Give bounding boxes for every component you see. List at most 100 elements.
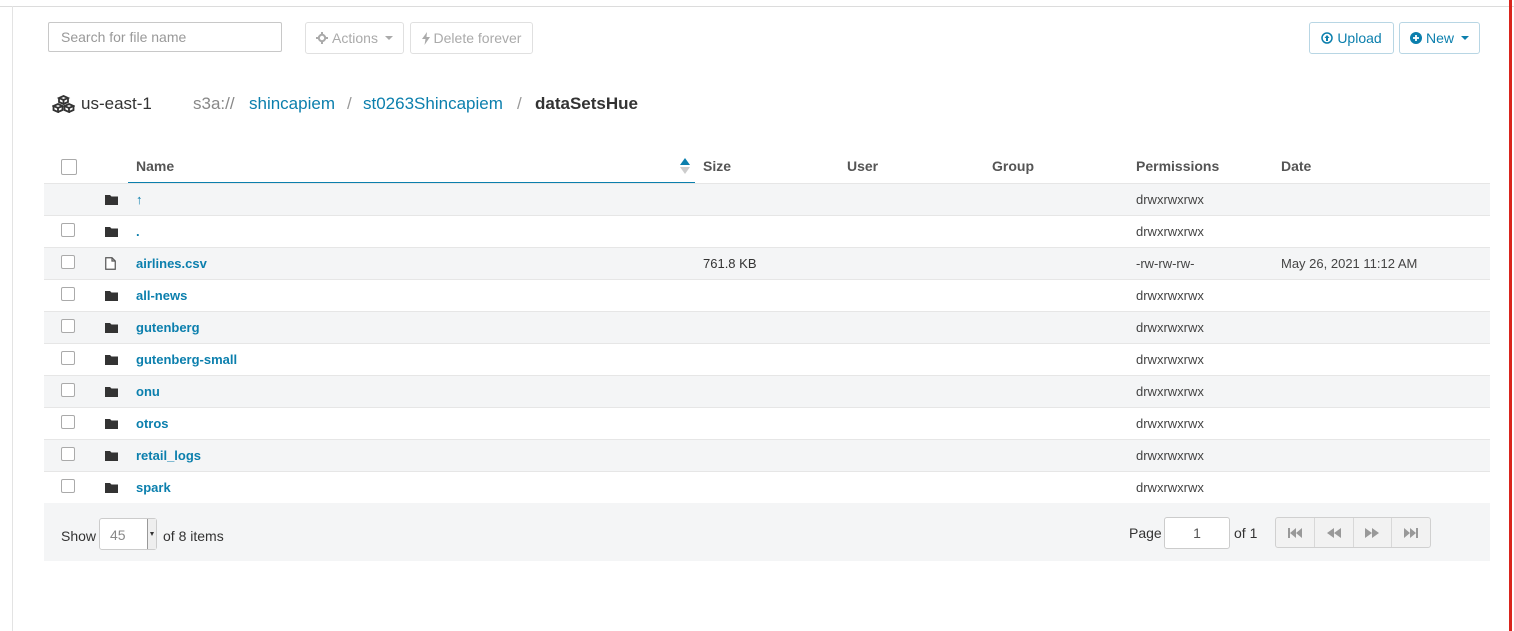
folder-icon — [105, 289, 118, 301]
file-permissions: drwxrwxrwx — [1136, 224, 1204, 239]
table-body: ↑ drwxrwxrwx. drwxrwxrwx airlines.csv 761.8 … — [44, 184, 1490, 504]
table-row[interactable]: onu drwxrwxrwx — [44, 376, 1490, 408]
region-selector[interactable]: us-east-1 — [52, 94, 152, 114]
row-checkbox[interactable] — [61, 223, 75, 237]
last-page-button[interactable] — [1392, 518, 1430, 547]
page-size-select[interactable]: 45 — [99, 518, 157, 550]
chevron-down-icon — [1461, 36, 1469, 40]
previous-page-button[interactable] — [1315, 518, 1354, 547]
first-page-button[interactable] — [1276, 518, 1315, 547]
upload-label: Upload — [1337, 30, 1382, 46]
file-name-link[interactable]: ↑ — [136, 192, 143, 207]
file-table: Name Size User Group Permissions Date ↑ d… — [44, 150, 1490, 504]
next-page-button[interactable] — [1354, 518, 1393, 547]
breadcrumb-link-folder[interactable]: st0263Shincapiem — [363, 94, 503, 114]
column-header-size[interactable]: Size — [703, 158, 731, 174]
table-header: Name Size User Group Permissions Date — [44, 150, 1490, 184]
row-checkbox[interactable] — [61, 447, 75, 461]
backward-icon — [1326, 527, 1341, 538]
table-row[interactable]: all-news drwxrwxrwx — [44, 280, 1490, 312]
chevron-down-icon — [384, 36, 393, 40]
table-row[interactable]: otros drwxrwxrwx — [44, 408, 1490, 440]
file-date: May 26, 2021 11:12 AM — [1281, 256, 1418, 271]
folder-icon — [105, 385, 118, 397]
file-permissions: drwxrwxrwx — [1136, 384, 1204, 399]
folder-icon — [105, 449, 118, 461]
row-checkbox[interactable] — [61, 255, 75, 269]
file-name-link[interactable]: onu — [136, 384, 160, 399]
breadcrumb-separator: / — [347, 94, 352, 113]
table-row[interactable]: . drwxrwxrwx — [44, 216, 1490, 248]
file-permissions: drwxrwxrwx — [1136, 416, 1204, 431]
file-name-link[interactable]: airlines.csv — [136, 256, 207, 271]
file-name-link[interactable]: gutenberg-small — [136, 352, 237, 367]
file-permissions: drwxrwxrwx — [1136, 448, 1204, 463]
last-page-icon — [1404, 527, 1419, 538]
file-permissions: drwxrwxrwx — [1136, 352, 1204, 367]
column-header-group[interactable]: Group — [992, 158, 1034, 174]
region-label: us-east-1 — [81, 94, 152, 113]
table-row[interactable]: gutenberg-small drwxrwxrwx — [44, 344, 1490, 376]
row-checkbox[interactable] — [61, 319, 75, 333]
delete-forever-button[interactable]: Delete forever — [410, 22, 533, 54]
total-pages-label: of 1 — [1234, 525, 1258, 541]
table-row[interactable]: ↑ drwxrwxrwx — [44, 184, 1490, 216]
file-name-link[interactable]: . — [136, 224, 140, 239]
table-row[interactable]: spark drwxrwxrwx — [44, 472, 1490, 504]
pager-buttons — [1275, 517, 1431, 548]
column-header-user[interactable]: User — [847, 158, 878, 174]
file-permissions: drwxrwxrwx — [1136, 192, 1204, 207]
row-checkbox[interactable] — [61, 351, 75, 365]
cubes-icon — [52, 95, 75, 113]
bolt-icon — [421, 31, 430, 45]
new-label: New — [1425, 30, 1454, 46]
forward-icon — [1365, 527, 1380, 538]
column-header-date[interactable]: Date — [1281, 158, 1311, 174]
file-permissions: drwxrwxrwx — [1136, 288, 1204, 303]
actions-label: Actions — [332, 30, 378, 46]
column-header-name[interactable]: Name — [136, 158, 174, 174]
row-checkbox[interactable] — [61, 415, 75, 429]
column-header-permissions[interactable]: Permissions — [1136, 158, 1219, 174]
file-icon — [105, 257, 118, 270]
file-name-link[interactable]: spark — [136, 480, 171, 495]
file-name-link[interactable]: gutenberg — [136, 320, 200, 335]
folder-icon — [105, 481, 118, 493]
table-row[interactable]: gutenberg drwxrwxrwx — [44, 312, 1490, 344]
upload-button[interactable]: Upload — [1309, 22, 1394, 54]
sort-indicator-underline — [128, 182, 695, 183]
table-row[interactable]: airlines.csv 761.8 KB -rw-rw-rw- May 26, 20… — [44, 248, 1490, 280]
pagination-footer: Show 45 of 8 items Page of 1 — [44, 503, 1490, 561]
file-name-link[interactable]: otros — [136, 416, 169, 431]
breadcrumb-link-bucket[interactable]: shincapiem — [249, 94, 335, 114]
page-number-input[interactable] — [1164, 517, 1230, 549]
sort-asc-icon[interactable] — [680, 158, 690, 174]
folder-icon — [105, 353, 118, 365]
search-input[interactable] — [48, 22, 282, 52]
first-page-icon — [1287, 527, 1302, 538]
delete-forever-label: Delete forever — [433, 30, 522, 46]
row-checkbox[interactable] — [61, 383, 75, 397]
file-name-link[interactable]: retail_logs — [136, 448, 201, 463]
file-permissions: drwxrwxrwx — [1136, 320, 1204, 335]
row-checkbox[interactable] — [61, 479, 75, 493]
accent-bar — [1509, 0, 1512, 631]
breadcrumb-separator: / — [517, 94, 522, 113]
row-checkbox[interactable] — [61, 287, 75, 301]
chevron-down-icon — [147, 519, 156, 549]
page-label: Page — [1129, 525, 1162, 541]
left-border — [12, 6, 13, 631]
folder-icon — [105, 417, 118, 429]
gear-icon — [316, 32, 329, 44]
page-size-value: 45 — [110, 527, 126, 543]
file-size: 761.8 KB — [703, 256, 757, 271]
show-label: Show — [61, 528, 97, 544]
breadcrumb: us-east-1 s3a:// shincapiem / st0263Shin… — [52, 92, 672, 116]
actions-button[interactable]: Actions — [305, 22, 404, 54]
file-name-link[interactable]: all-news — [136, 288, 187, 303]
file-permissions: drwxrwxrwx — [1136, 480, 1204, 495]
table-row[interactable]: retail_logs drwxrwxrwx — [44, 440, 1490, 472]
new-button[interactable]: New — [1399, 22, 1480, 54]
folder-icon — [105, 225, 118, 237]
select-all-checkbox[interactable] — [61, 159, 77, 175]
